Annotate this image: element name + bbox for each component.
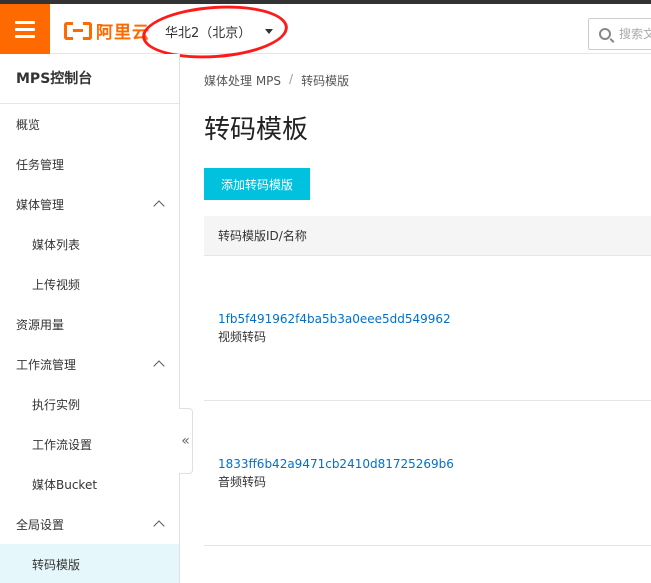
template-name: 视频转码 — [218, 329, 267, 344]
chevron-up-icon — [153, 360, 165, 372]
chevron-up-icon — [153, 200, 165, 212]
sidebar-item-media-list[interactable]: 媒体列表 — [0, 224, 179, 264]
sidebar-group-media-management[interactable]: 媒体管理 — [0, 184, 179, 224]
breadcrumb-link-mps[interactable]: 媒体处理 MPS — [204, 72, 281, 89]
sidebar: MPS控制台 概览 任务管理 媒体管理 媒体列表 上传视频 资源用量 工作流管理… — [0, 54, 180, 583]
aliyun-logo-icon — [64, 21, 92, 40]
hamburger-menu-button[interactable] — [0, 4, 50, 54]
templates-table: 转码模版ID/名称 1fb5f491962f4ba5b3a0eee5dd5499… — [204, 216, 651, 546]
sidebar-item-upload-video[interactable]: 上传视频 — [0, 264, 179, 304]
column-header-id-name: 转码模版ID/名称 — [218, 229, 307, 243]
breadcrumb: 媒体处理 MPS / 转码模版 — [204, 72, 349, 89]
sidebar-item-workflow-settings[interactable]: 工作流设置 — [0, 424, 179, 464]
add-transcode-template-button[interactable]: 添加转码模版 — [204, 168, 310, 200]
sidebar-item-label: 任务管理 — [16, 157, 65, 172]
breadcrumb-current: 转码模版 — [301, 74, 350, 88]
logo-text: 阿里云 — [96, 23, 150, 43]
main-content: 媒体处理 MPS / 转码模版 转码模板 添加转码模版 转码模版ID/名称 1f… — [181, 54, 651, 583]
sidebar-group-global-settings[interactable]: 全局设置 — [0, 504, 179, 544]
sidebar-title: MPS控制台 — [0, 54, 179, 104]
sidebar-item-label: 转码模版 — [32, 557, 81, 572]
caret-down-icon — [265, 29, 274, 34]
sidebar-item-label: 工作流管理 — [16, 357, 77, 372]
sidebar-item-media-bucket[interactable]: 媒体Bucket — [0, 464, 179, 504]
table-row: 1833ff6b42a9471cb2410d81725269b6 音频转码 — [204, 401, 651, 546]
region-selector[interactable]: 华北2（北京） — [165, 22, 274, 41]
sidebar-item-resource-usage[interactable]: 资源用量 — [0, 304, 179, 344]
aliyun-logo[interactable]: 阿里云 — [64, 18, 150, 43]
sidebar-item-label: 上传视频 — [32, 277, 81, 292]
sidebar-item-task-management[interactable]: 任务管理 — [0, 144, 179, 184]
menu-icon-bar — [15, 27, 35, 31]
region-label: 华北2（北京） — [165, 26, 252, 41]
sidebar-item-execution-instances[interactable]: 执行实例 — [0, 384, 179, 424]
search-icon — [599, 28, 611, 40]
sidebar-item-label: 工作流设置 — [32, 437, 93, 452]
sidebar-item-label: 媒体Bucket — [32, 477, 98, 492]
sidebar-item-label: 媒体列表 — [32, 237, 81, 252]
sidebar-item-label: 概览 — [16, 117, 41, 132]
sidebar-item-transcode-templates[interactable]: 转码模版 — [0, 544, 179, 583]
table-header: 转码模版ID/名称 — [204, 216, 651, 256]
template-name: 音频转码 — [218, 474, 267, 489]
breadcrumb-separator: / — [289, 72, 294, 86]
menu-icon-bar — [15, 34, 35, 38]
search-box[interactable] — [588, 18, 651, 50]
sidebar-item-label: 媒体管理 — [16, 197, 65, 212]
sidebar-item-label: 执行实例 — [32, 397, 81, 412]
top-bar: 阿里云 华北2（北京） — [0, 0, 651, 64]
page-title: 转码模板 — [204, 115, 309, 145]
sidebar-item-overview[interactable]: 概览 — [0, 104, 179, 144]
chevron-up-icon — [153, 520, 165, 532]
sidebar-group-workflow-management[interactable]: 工作流管理 — [0, 344, 179, 384]
menu-icon — [15, 20, 35, 24]
template-id-link[interactable]: 1fb5f491962f4ba5b3a0eee5dd549962 — [218, 312, 651, 326]
template-id-link[interactable]: 1833ff6b42a9471cb2410d81725269b6 — [218, 457, 651, 471]
sidebar-item-label: 资源用量 — [16, 317, 65, 332]
table-row: 1fb5f491962f4ba5b3a0eee5dd549962 视频转码 — [204, 256, 651, 401]
search-input[interactable] — [619, 27, 651, 41]
sidebar-item-label: 全局设置 — [16, 517, 65, 532]
